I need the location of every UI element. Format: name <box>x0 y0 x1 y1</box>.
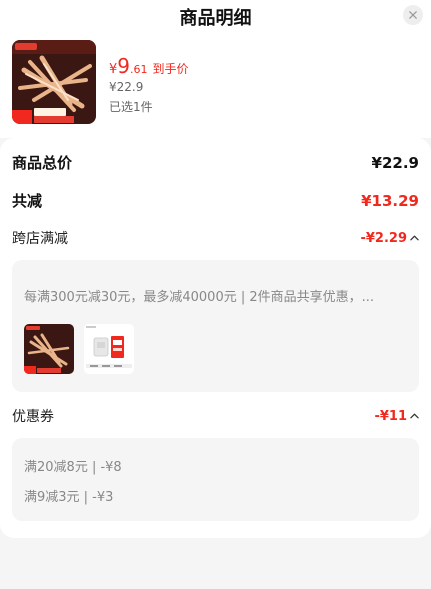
price-integer: 9 <box>117 54 131 78</box>
close-button[interactable] <box>403 5 423 25</box>
original-price: ¥22.9 <box>109 80 144 94</box>
cross-store-detail: 每满300元减30元，最多减40000元 | 2件商品共享优惠，... <box>12 260 419 392</box>
cross-store-description: 每满300元减30元，最多减40000元 | 2件商品共享优惠，... <box>24 290 375 305</box>
coupon-detail: 满20减8元 | -¥8 满9减3元 | -¥3 <box>12 438 419 521</box>
total-price-value: ¥22.9 <box>371 153 419 172</box>
selected-quantity: 已选1件 <box>109 100 153 114</box>
product-thumbnail[interactable] <box>12 40 96 124</box>
cross-store-label: 跨店满减 <box>12 231 68 247</box>
total-discount-label: 共减 <box>12 192 43 210</box>
chevron-up-icon <box>410 235 419 241</box>
coupon-row[interactable]: 优惠券 -¥11 <box>12 406 419 426</box>
coupon-value: -¥11 <box>374 408 407 424</box>
coupon-value-wrap[interactable]: -¥11 <box>374 409 419 424</box>
product-thumbnail-1[interactable] <box>24 324 74 374</box>
total-price-row: 商品总价 ¥22.9 <box>12 152 419 173</box>
cross-store-value: -¥2.29 <box>360 230 407 246</box>
chevron-up-icon <box>410 413 419 419</box>
price-tag: 到手价 <box>152 62 189 76</box>
total-discount-row: 共减 ¥13.29 <box>12 190 419 211</box>
sheet-title: 商品明细 <box>179 8 252 29</box>
product-card: ¥ 9 .61 到手价 ¥22.9 已选1件 <box>0 30 431 138</box>
coupon-label: 优惠券 <box>12 409 54 425</box>
final-price: ¥ 9 .61 到手价 <box>109 54 189 78</box>
cross-store-row[interactable]: 跨店满减 -¥2.29 <box>12 228 419 248</box>
product-detail-sheet: 商品明细 ¥ 9 .61 到手价 ¥22.9 已选1件 商品总价 ¥22.9 共… <box>0 0 431 589</box>
coupon-line-1: 满20减8元 | -¥8 <box>24 460 122 475</box>
close-icon <box>409 11 417 19</box>
price-currency: ¥ <box>109 62 118 77</box>
product-thumbnail-2[interactable] <box>84 324 134 374</box>
price-breakdown-panel: 商品总价 ¥22.9 共减 ¥13.29 跨店满减 -¥2.29 每满300元减… <box>0 138 431 538</box>
total-discount-value: ¥13.29 <box>361 191 419 210</box>
price-decimal: .61 <box>130 63 148 76</box>
total-price-label: 商品总价 <box>12 154 73 172</box>
cross-store-value-wrap[interactable]: -¥2.29 <box>360 231 419 246</box>
coupon-line-2: 满9减3元 | -¥3 <box>24 490 114 505</box>
sheet-header: 商品明细 <box>0 0 431 30</box>
